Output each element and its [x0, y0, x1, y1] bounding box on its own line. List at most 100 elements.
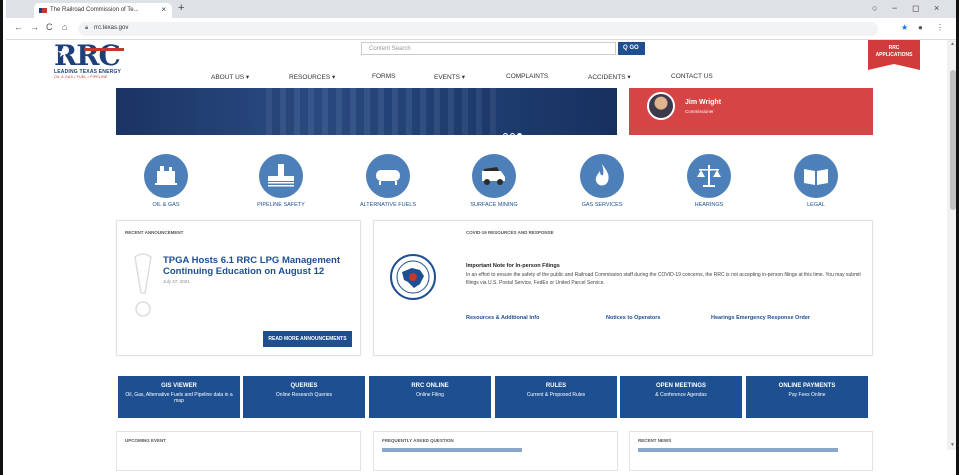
nav-about-us[interactable]: ABOUT US ▾ [211, 73, 249, 81]
tile-title: QUERIES [290, 383, 318, 389]
account-icon[interactable]: ● [918, 23, 923, 32]
link-resources-additional-info[interactable]: Resources & Additional Info [466, 315, 539, 321]
page-viewport: RRC ★ LEADING TEXAS ENERGY OIL & GAS • F… [6, 40, 956, 475]
scroll-up-icon[interactable]: ▲ [950, 41, 955, 47]
commissioner-card[interactable]: Jim Wright Commissioner [629, 88, 873, 135]
menu-kebab-icon[interactable]: ⋮ [936, 23, 944, 32]
new-tab-button[interactable]: + [178, 2, 184, 14]
tab-title: The Railroad Commission of Te... [50, 7, 139, 13]
profile-icon[interactable]: ○ [872, 3, 877, 13]
flame-icon [580, 154, 624, 198]
close-window-button[interactable]: × [934, 3, 939, 13]
tile-title: RRC ONLINE [411, 383, 449, 389]
category-oil-gas[interactable]: OIL & GAS [126, 154, 206, 208]
carousel-dot-active[interactable] [517, 133, 522, 135]
nav-forms[interactable]: FORMS [372, 73, 395, 80]
pipeline-icon [259, 154, 303, 198]
nav-complaints[interactable]: COMPLAINTS [506, 73, 548, 80]
bookmark-star-icon[interactable]: ★ [901, 23, 908, 32]
announcement-panel: RECENT ANNOUNCEMENT TPGA Hosts 6.1 RRC L… [116, 220, 361, 356]
faq-panel: FREQUENTLY ASKED QUESTION [373, 431, 618, 471]
rrc-applications-button[interactable]: RRC APPLICATIONS [868, 40, 920, 70]
maximize-button[interactable]: ◻ [912, 3, 919, 14]
address-bar[interactable]: 🔒︎ rrc.texas.gov [78, 22, 878, 36]
carousel-dot[interactable] [510, 133, 515, 135]
announcement-date: July 27, 2021 [163, 279, 190, 284]
category-label: GAS SERVICES [581, 202, 623, 208]
mining-truck-icon [472, 154, 516, 198]
tile-online-payments[interactable]: ONLINE PAYMENTS Pay Fees Online [746, 376, 868, 418]
page-scrollbar[interactable]: ▲ ▼ [947, 40, 956, 450]
rrc-favicon-icon [39, 8, 47, 13]
recent-news-title: RECENT NEWS [638, 438, 672, 443]
covid-section-title: COVID-19 RESOURCES AND RESPONSE [466, 230, 554, 235]
faq-title: FREQUENTLY ASKED QUESTION [382, 438, 454, 443]
covid-panel: COVID-19 RESOURCES AND RESPONSE Importan… [373, 220, 873, 356]
tile-rrc-online[interactable]: RRC ONLINE Online Filing [369, 376, 491, 418]
carousel-dot[interactable] [503, 133, 508, 135]
tile-open-meetings[interactable]: OPEN MEETINGS & Conference Agendas [620, 376, 742, 418]
link-hearings-emergency-order[interactable]: Hearings Emergency Response Order [711, 315, 810, 321]
category-label: HEARINGS [694, 202, 724, 208]
recent-news-panel: RECENT NEWS [629, 431, 873, 471]
category-label: OIL & GAS [152, 202, 180, 208]
announcement-headline[interactable]: TPGA Hosts 6.1 RRC LPG Management Contin… [163, 255, 363, 277]
commissioner-role: Commissioner [685, 109, 714, 114]
tab-close-icon[interactable]: × [161, 5, 166, 14]
tile-title: ONLINE PAYMENTS [778, 383, 836, 389]
browser-tab[interactable]: The Railroad Commission of Te... × [34, 3, 172, 18]
oil-rig-icon [144, 154, 188, 198]
category-hearings[interactable]: HEARINGS [669, 154, 749, 208]
carousel-dots [503, 125, 524, 135]
search-go-button[interactable]: Q GO [618, 42, 645, 55]
tile-subtitle: Online Research Queries [275, 392, 333, 398]
tile-title: GIS VIEWER [161, 383, 197, 389]
reload-icon[interactable]: C [46, 22, 53, 32]
category-label: LEGAL [807, 202, 825, 208]
commissioner-name: Jim Wright [685, 99, 722, 106]
category-label: SURFACE MINING [470, 202, 518, 208]
browser-window: The Railroad Commission of Te... × + ○ −… [0, 0, 959, 475]
faq-link-placeholder[interactable] [382, 448, 522, 452]
nav-accidents[interactable]: ACCIDENTS ▾ [588, 73, 631, 81]
rrc-logo[interactable]: RRC ★ LEADING TEXAS ENERGY OIL & GAS • F… [54, 42, 136, 79]
news-link-placeholder[interactable] [638, 448, 838, 452]
category-label: ALTERNATIVE FUELS [359, 202, 417, 208]
read-more-announcements-button[interactable]: READ MORE ANNOUNCEMENTS [263, 331, 352, 347]
logo-stripe [84, 48, 124, 51]
browser-toolbar: ← → C ⌂ 🔒︎ rrc.texas.gov ★ ● ⋮ [6, 18, 956, 40]
category-legal[interactable]: LEGAL [776, 154, 856, 208]
logo-star-icon: ★ [57, 45, 69, 60]
tile-subtitle: & Conference Agendas [655, 392, 707, 398]
hero-carousel[interactable] [116, 88, 617, 135]
nav-events[interactable]: EVENTS ▾ [434, 73, 465, 81]
category-label: PIPELINE SAFETY [257, 202, 305, 208]
exclamation-icon [134, 253, 152, 317]
tile-queries[interactable]: QUERIES Online Research Queries [243, 376, 365, 418]
forward-arrow-icon[interactable]: → [30, 22, 39, 32]
nav-resources[interactable]: RESOURCES ▾ [289, 73, 335, 81]
railroad-commission-seal-icon [390, 254, 436, 300]
category-alternative-fuels[interactable]: ALTERNATIVE FUELS [348, 154, 428, 208]
nav-contact-us[interactable]: CONTACT US [671, 73, 713, 80]
tile-gis-viewer[interactable]: GIS VIEWER Oil, Gas, Alternative Fuels a… [118, 376, 240, 418]
tile-subtitle: Online Filing [416, 392, 444, 398]
home-icon[interactable]: ⌂ [62, 22, 67, 32]
category-gas-services[interactable]: GAS SERVICES [562, 154, 642, 208]
link-notices-to-operators[interactable]: Notices to Operators [606, 315, 660, 321]
tile-subtitle: Pay Fees Online [788, 392, 826, 398]
category-surface-mining[interactable]: SURFACE MINING [454, 154, 534, 208]
category-pipeline-safety[interactable]: PIPELINE SAFETY [241, 154, 321, 208]
tile-rules[interactable]: RULES Current & Proposed Rules [495, 376, 617, 418]
scrollbar-thumb[interactable] [950, 70, 956, 210]
commissioner-photo [647, 92, 675, 120]
upcoming-event-title: UPCOMING EVENT [125, 438, 167, 443]
scroll-down-icon[interactable]: ▼ [950, 442, 955, 448]
tile-title: OPEN MEETINGS [655, 383, 706, 389]
tile-subtitle: Current & Proposed Rules [526, 392, 586, 398]
hero-texture [266, 88, 496, 135]
back-arrow-icon[interactable]: ← [14, 22, 23, 32]
minimize-button[interactable]: − [892, 3, 897, 13]
search-input[interactable]: Content Search [361, 42, 616, 55]
upcoming-event-panel: UPCOMING EVENT [116, 431, 361, 471]
